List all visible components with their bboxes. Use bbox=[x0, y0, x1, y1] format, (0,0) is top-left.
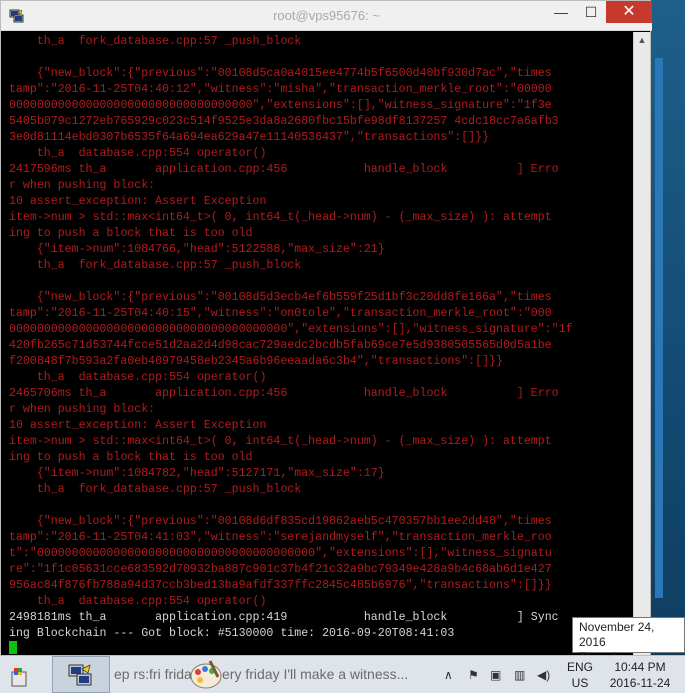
terminal-line: item->num > std::max<int64_t>( 0, int64_… bbox=[9, 435, 552, 448]
taskbar-text-right[interactable]: ery friday I'll make a witness... bbox=[222, 666, 408, 682]
recycle-bin-icon[interactable] bbox=[10, 668, 32, 688]
clock[interactable]: 10:44 PM 2016-11-24 bbox=[604, 659, 676, 691]
terminal-line: th_a database.cpp:554 operator() bbox=[9, 147, 267, 160]
scroll-up-arrow-icon[interactable]: ▲ bbox=[634, 32, 650, 48]
desktop-window-edge bbox=[655, 58, 663, 598]
terminal-cursor bbox=[9, 641, 17, 654]
close-button[interactable]: ✕ bbox=[606, 1, 652, 23]
terminal-line: th_a fork_database.cpp:57 _push_block bbox=[9, 259, 302, 272]
terminal-line: ing to push a block that is too old bbox=[9, 451, 253, 464]
terminal-line: 2465706ms th_a application.cpp:456 handl… bbox=[9, 387, 559, 400]
terminal-line: f200848f7b593a2fa0eb40979458eb2345a6b96e… bbox=[9, 355, 503, 368]
terminal-line: re":"1f1c05631cce683592d70932ba887c901c3… bbox=[9, 563, 552, 576]
terminal-line: {"new_block":{"previous":"00108d6df835cd… bbox=[9, 515, 552, 528]
terminal-line: th_a database.cpp:554 operator() bbox=[9, 371, 267, 384]
tray-up-arrow-icon[interactable]: ∧ bbox=[444, 668, 453, 682]
terminal-window: root@vps95676: ~ — ☐ ✕ th_a fork_databas… bbox=[0, 0, 652, 663]
terminal-line: {"new_block":{"previous":"00108d5d3ecb4e… bbox=[9, 291, 552, 304]
date-tooltip: November 24, 2016 Thursday bbox=[572, 617, 685, 664]
terminal-line: tamp":"2016-11-25T04:40:15","witness":"o… bbox=[9, 307, 552, 320]
terminal-line: 956ac84f876fb788a94d37ccb3bed13ba9afdf33… bbox=[9, 579, 552, 592]
start-area[interactable] bbox=[0, 656, 50, 693]
putty-taskbar-icon bbox=[68, 664, 92, 686]
vertical-scrollbar[interactable]: ▲ ▼ bbox=[633, 32, 650, 656]
tray-app-icon[interactable]: ▣ bbox=[490, 668, 501, 682]
taskbar-putty-button[interactable] bbox=[52, 656, 110, 693]
terminal-line: {"new_block":{"previous":"00108d5ca0a401… bbox=[9, 67, 552, 80]
terminal-line: 420fb265c71d53744fcce51d2aa2d4d98cac729a… bbox=[9, 339, 552, 352]
terminal-line: 10 assert_exception: Assert Exception bbox=[9, 195, 267, 208]
terminal-line: t":"000000000000000000000000000000000000… bbox=[9, 547, 552, 560]
desktop-background bbox=[651, 0, 685, 655]
taskbar: ep rs:fri friday I ery friday I'll make … bbox=[0, 655, 685, 693]
terminal-line: 2417596ms th_a application.cpp:456 handl… bbox=[9, 163, 559, 176]
terminal-line: {"item->num":1084766,"head":5122588,"max… bbox=[9, 243, 385, 256]
terminal-line: 2498181ms th_a application.cpp:419 handl… bbox=[9, 611, 559, 624]
terminal-output[interactable]: th_a fork_database.cpp:57 _push_block {"… bbox=[5, 32, 633, 656]
maximize-button[interactable]: ☐ bbox=[577, 1, 605, 23]
terminal-line: 3e0d81114ebd0307b6535f64a694ea629a47e111… bbox=[9, 131, 490, 144]
terminal-line: r when pushing block: bbox=[9, 403, 156, 416]
lang-code: ENG bbox=[566, 660, 593, 674]
terminal-line: tamp":"2016-11-25T04:40:12","witness":"m… bbox=[9, 83, 552, 96]
terminal-line: 5405b079c1272eb765929c023c514f9525e3da8a… bbox=[9, 115, 559, 128]
terminal-line: tamp":"2016-11-25T04:41:03","witness":"s… bbox=[9, 531, 552, 544]
lang-region: US bbox=[571, 676, 589, 690]
flag-icon[interactable]: ⚑ bbox=[468, 668, 479, 682]
terminal-line: th_a fork_database.cpp:57 _push_block bbox=[9, 35, 302, 48]
minimize-button[interactable]: — bbox=[547, 1, 575, 23]
terminal-line: 10 assert_exception: Assert Exception bbox=[9, 419, 267, 432]
terminal-line: 0000000000000000000000000000000000000000… bbox=[9, 323, 573, 336]
paint-palette-icon[interactable] bbox=[188, 659, 224, 691]
language-indicator[interactable]: ENG US bbox=[566, 659, 594, 691]
title-bar[interactable]: root@vps95676: ~ — ☐ ✕ bbox=[1, 1, 652, 31]
tooltip-date: November 24, 2016 bbox=[579, 620, 655, 649]
terminal-line: {"item->num":1084782,"head":5127171,"max… bbox=[9, 467, 385, 480]
network-icon[interactable]: ▥ bbox=[514, 668, 525, 682]
terminal-line: 00000000000000000000000000000000000","ex… bbox=[9, 99, 552, 112]
clock-time: 10:44 PM bbox=[614, 660, 666, 674]
terminal-line: th_a fork_database.cpp:57 _push_block bbox=[9, 483, 302, 496]
terminal-line: ing Blockchain --- Got block: #5130000 t… bbox=[9, 627, 455, 640]
volume-icon[interactable]: ◀) bbox=[537, 668, 550, 682]
clock-date: 2016-11-24 bbox=[609, 676, 671, 690]
terminal-line: r when pushing block: bbox=[9, 179, 156, 192]
terminal-line: ing to push a block that is too old bbox=[9, 227, 253, 240]
terminal-line: item->num > std::max<int64_t>( 0, int64_… bbox=[9, 211, 552, 224]
terminal-line: th_a database.cpp:554 operator() bbox=[9, 595, 267, 608]
